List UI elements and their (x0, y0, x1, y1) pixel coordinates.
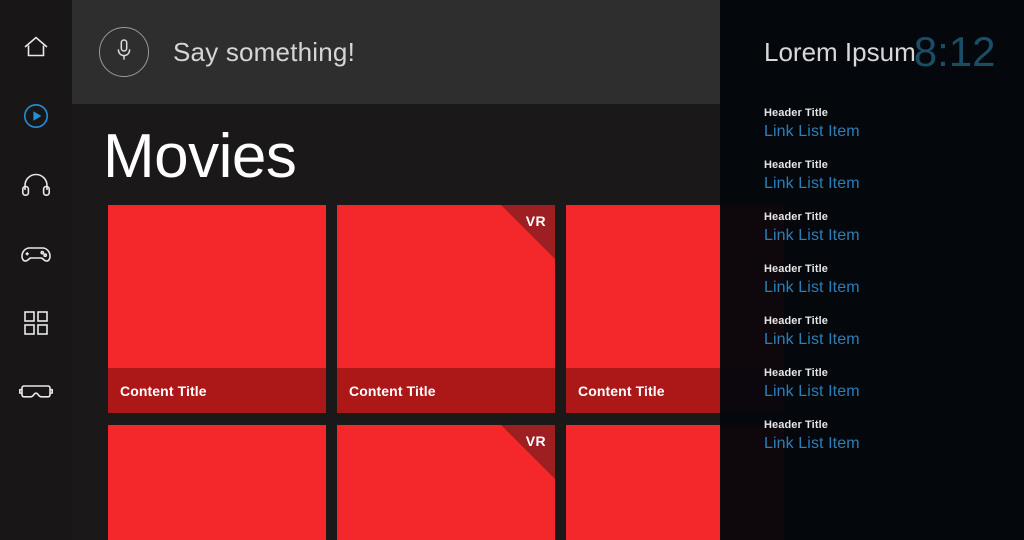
content-card[interactable]: VRContent Title (337, 205, 555, 413)
sidebar-item-games[interactable] (0, 219, 72, 288)
list-item-header: Header Title (764, 107, 828, 119)
card-artwork (337, 205, 555, 368)
gamepad-icon (20, 244, 52, 264)
card-artwork (337, 425, 555, 540)
panel-list-item[interactable]: Header Title Link List Item (764, 106, 1024, 142)
sidebar (0, 0, 72, 540)
panel-list-item[interactable]: Header Title Link List Item (764, 262, 1024, 298)
vr-goggles-icon (18, 382, 54, 402)
panel-title: Lorem Ipsum (764, 36, 916, 67)
app-root: Movies Content Title VR Content Title Conte… (0, 0, 1024, 540)
panel-list-item[interactable]: Header Title Link List Item (764, 418, 1024, 454)
panel-list-item[interactable]: Header Title Link List Item (764, 210, 1024, 246)
panel-clock: 8:12 (913, 28, 996, 75)
content-card[interactable]: Content Title (108, 205, 326, 413)
card-title: Content Title (578, 382, 665, 399)
list-item-link[interactable]: Link List Item (764, 277, 1024, 298)
list-item-link[interactable]: Link List Item (764, 121, 1024, 142)
sidebar-item-apps[interactable] (0, 288, 72, 357)
list-item-link[interactable]: Link List Item (764, 173, 1024, 194)
card-footer: Content Title (108, 368, 326, 413)
card-title: Content Title (120, 382, 207, 399)
right-info-panel: Lorem Ipsum 8:12 Header Title Link List I… (720, 0, 1024, 540)
panel-header: Lorem Ipsum 8:12 (720, 0, 1024, 104)
sidebar-item-vr[interactable] (0, 357, 72, 426)
content-card[interactable]: Content Title (108, 425, 326, 540)
play-circle-icon (22, 102, 50, 130)
microphone-icon (115, 38, 133, 67)
panel-link-list: Header Title Link List Item Header Title Li… (720, 104, 1024, 454)
list-item-link[interactable]: Link List Item (764, 381, 1024, 402)
list-item-header: Header Title (764, 419, 828, 431)
voice-prompt-label: Say something! (173, 36, 356, 67)
grid-apps-icon (23, 310, 49, 336)
microphone-button[interactable] (99, 27, 149, 77)
list-item-header: Header Title (764, 263, 828, 275)
sidebar-item-video[interactable] (0, 81, 72, 150)
list-item-header: Header Title (764, 159, 828, 171)
content-card[interactable]: VRContent Title (337, 425, 555, 540)
panel-list-item[interactable]: Header Title Link List Item (764, 314, 1024, 350)
list-item-link[interactable]: Link List Item (764, 329, 1024, 350)
card-artwork (108, 205, 326, 368)
panel-list-item[interactable]: Header Title Link List Item (764, 366, 1024, 402)
list-item-header: Header Title (764, 211, 828, 223)
sidebar-item-music[interactable] (0, 150, 72, 219)
card-artwork (108, 425, 326, 540)
card-title: Content Title (349, 382, 436, 399)
list-item-link[interactable]: Link List Item (764, 433, 1024, 454)
list-item-header: Header Title (764, 315, 828, 327)
sidebar-item-home[interactable] (0, 12, 72, 81)
panel-list-item[interactable]: Header Title Link List Item (764, 158, 1024, 194)
card-footer: Content Title (337, 368, 555, 413)
page-title: Movies (103, 122, 297, 191)
list-item-header: Header Title (764, 367, 828, 379)
list-item-link[interactable]: Link List Item (764, 225, 1024, 246)
headphones-icon (21, 173, 51, 197)
home-icon (22, 34, 50, 60)
voice-search-bar: Say something! (72, 0, 720, 104)
